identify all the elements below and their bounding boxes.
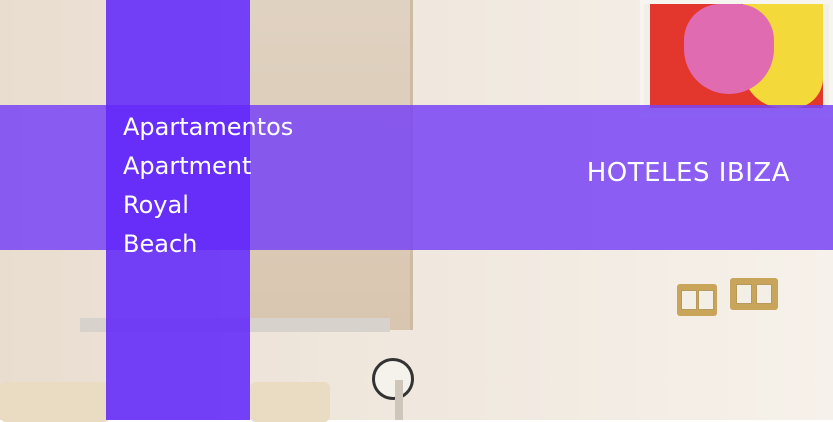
title-line-1: Apartamentos (123, 113, 294, 141)
reading-lamp (372, 358, 414, 400)
lamp-arm (395, 380, 403, 420)
poster-face (684, 4, 774, 94)
title-line-2: Apartment (123, 152, 252, 180)
wall-poster (640, 0, 833, 118)
title-line-3: Royal (123, 191, 189, 219)
title-line-4: Beach (123, 230, 198, 258)
pillow-left (0, 382, 110, 422)
wall-switch-left (677, 284, 717, 316)
pillow-right (250, 382, 330, 422)
brand-label: HOTELES IBIZA (586, 158, 790, 188)
wall-switch-right (730, 278, 778, 310)
hotel-title: Apartamentos Apartment Royal Beach (123, 108, 293, 264)
